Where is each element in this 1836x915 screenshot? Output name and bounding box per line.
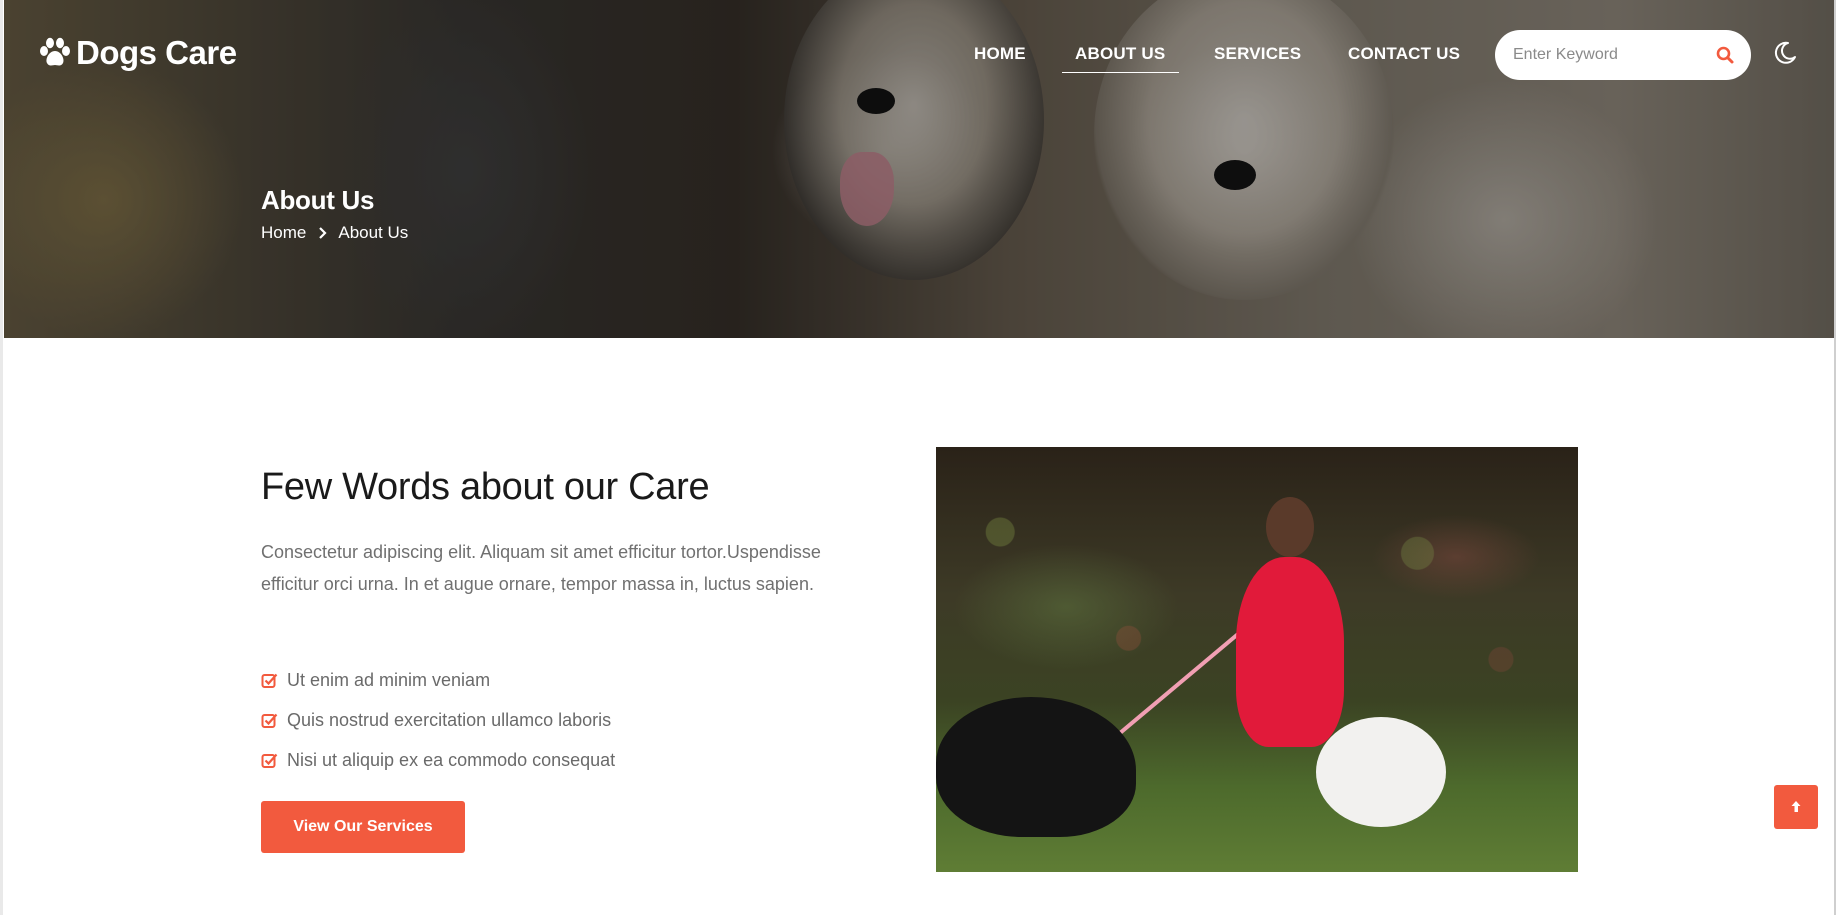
check-square-icon (261, 713, 278, 728)
nav-home[interactable]: HOME (974, 44, 1026, 64)
about-photo (936, 447, 1578, 872)
about-paragraph: Consectetur adipiscing elit. Aliquam sit… (261, 542, 821, 594)
search-icon[interactable] (1715, 45, 1735, 65)
page-left-edge (0, 0, 3, 915)
view-services-button[interactable]: View Our Services (261, 801, 465, 853)
breadcrumb-home[interactable]: Home (261, 223, 306, 243)
chevron-right-icon (319, 227, 327, 239)
check-square-icon (261, 673, 278, 688)
breadcrumb: Home About Us (261, 223, 408, 243)
list-item-text: Quis nostrud exercitation ullamco labori… (287, 709, 612, 730)
moon-icon[interactable] (1772, 40, 1798, 66)
nav-about-us[interactable]: ABOUT US (1075, 44, 1165, 64)
paw-icon (40, 37, 70, 66)
search-box (1495, 30, 1751, 80)
photo-girl-dress (1236, 557, 1344, 747)
about-heading: Few Words about our Care (261, 466, 710, 508)
back-to-top-button[interactable] (1774, 785, 1818, 829)
nav-services[interactable]: SERVICES (1214, 44, 1301, 64)
arrow-up-icon (1791, 801, 1801, 812)
list-item: Quis nostrud exercitation ullamco labori… (261, 700, 615, 740)
page-title: About Us (261, 185, 375, 216)
check-square-icon (261, 753, 278, 768)
list-item: Nisi ut aliquip ex ea commodo consequat (261, 740, 615, 780)
brand-logo[interactable]: Dogs Care (38, 34, 237, 72)
nav-contact-us[interactable]: CONTACT US (1348, 44, 1460, 64)
photo-white-dog (1316, 717, 1446, 827)
brand-name: Dogs Care (76, 34, 237, 71)
list-item-text: Nisi ut aliquip ex ea commodo consequat (287, 749, 616, 770)
list-item-text: Ut enim ad minim veniam (287, 669, 491, 690)
feature-list: Ut enim ad minim veniam Quis nostrud exe… (261, 660, 615, 780)
nav-active-underline (1062, 72, 1179, 73)
photo-black-dog (936, 697, 1136, 837)
search-input[interactable] (1511, 45, 1705, 65)
list-item: Ut enim ad minim veniam (261, 660, 615, 700)
photo-girl-head (1266, 497, 1314, 557)
breadcrumb-current: About Us (338, 223, 409, 242)
